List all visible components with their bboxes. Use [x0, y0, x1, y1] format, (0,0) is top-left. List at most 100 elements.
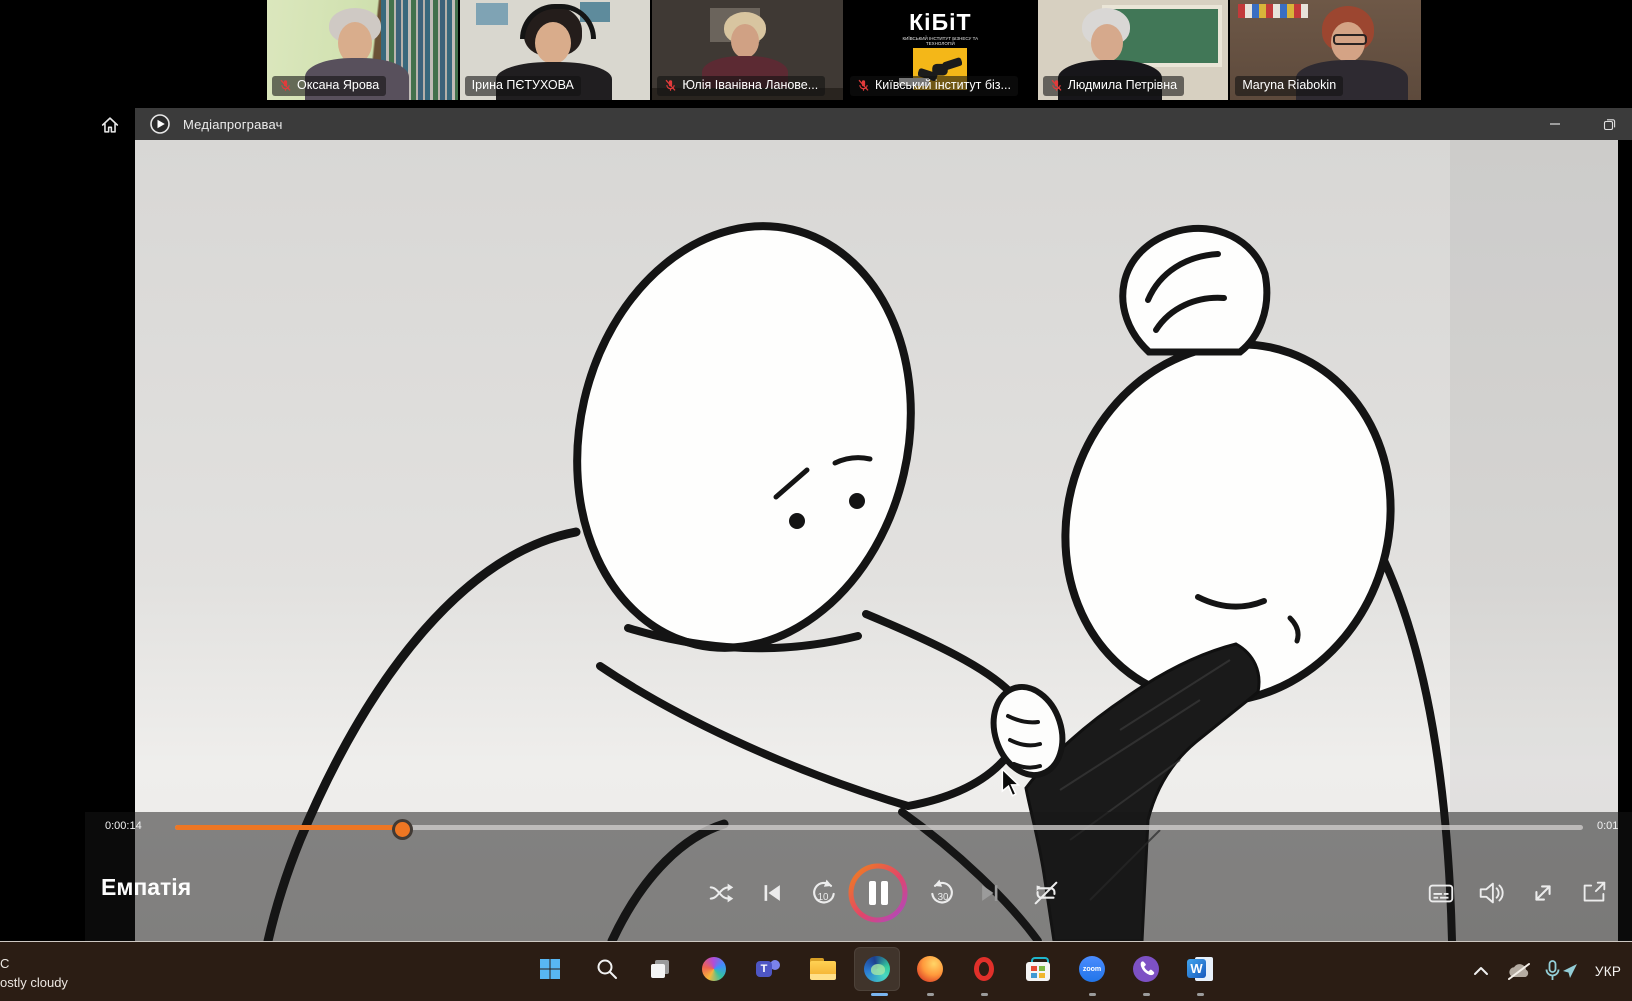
location-in-use-tray[interactable]: [1559, 958, 1581, 984]
file-explorer-button[interactable]: [800, 947, 846, 991]
participant-name: Людмила Петрівна: [1068, 78, 1177, 93]
opera-running-indicator: [981, 993, 988, 996]
participant-name-label: Оксана Ярова: [272, 76, 386, 96]
fullscreen-icon: [1528, 878, 1558, 908]
opera-button[interactable]: [961, 947, 1007, 991]
participant-tile-liudmyla[interactable]: Людмила Петрівна: [1038, 0, 1229, 100]
weather-temp: C: [0, 954, 68, 973]
firefox-icon: [917, 956, 943, 982]
teams-icon: T: [756, 957, 780, 981]
mic-off-icon: [857, 79, 870, 92]
participant-name: Київський інститут біз...: [875, 78, 1011, 93]
cloud-offline-icon: [1506, 961, 1532, 981]
zoom-running-indicator: [1089, 993, 1096, 996]
participant-tile-iryna[interactable]: Ірина ПЄТУХОВА: [460, 0, 651, 100]
svg-text:10: 10: [818, 892, 829, 903]
window-titlebar[interactable]: Медіапрогравач: [135, 108, 1632, 140]
participant-name-label: Київський інститут біз...: [850, 76, 1018, 96]
participant-tile-yuliia-active-speaker[interactable]: Юлія Іванівна Ланове...: [652, 0, 843, 100]
person-glasses: [1333, 34, 1367, 45]
edge-button[interactable]: [854, 947, 900, 991]
participant-tile-maryna[interactable]: Maryna Riabokin: [1230, 0, 1421, 100]
word-running-indicator: [1197, 993, 1204, 996]
participant-name-label: Людмила Петрівна: [1043, 76, 1184, 96]
zoom-icon: zoom: [1079, 956, 1105, 982]
participant-name-label: Maryna Riabokin: [1235, 76, 1343, 96]
mouse-cursor: [1000, 768, 1022, 798]
next-track-button[interactable]: [972, 875, 1008, 911]
svg-text:30: 30: [938, 892, 949, 903]
participant-name: Ірина ПЄТУХОВА: [472, 78, 574, 93]
person-face: [731, 24, 759, 58]
viber-button[interactable]: 406: [1123, 947, 1169, 991]
microsoft-store-button[interactable]: [1015, 947, 1061, 991]
viber-running-indicator: [1143, 993, 1150, 996]
flags: [1238, 4, 1308, 18]
firefox-button[interactable]: [907, 947, 953, 991]
word-icon: W: [1187, 956, 1213, 982]
file-explorer-icon: [810, 958, 836, 980]
task-view-icon: [648, 957, 672, 981]
skip-forward-30-icon: 30: [927, 877, 959, 909]
participant-filmstrip: Оксана Ярова Ірина ПЄТУХОВА: [267, 0, 1421, 100]
windows-taskbar: C ostly cloudy T: [0, 941, 1632, 1001]
skip-forward-30-button[interactable]: 30: [925, 875, 961, 911]
task-view-button[interactable]: [637, 947, 683, 991]
mic-off-icon: [664, 79, 677, 92]
pause-icon: [846, 861, 910, 925]
onedrive-tray-button[interactable]: [1504, 958, 1534, 984]
wall-picture: [476, 3, 508, 25]
repeat-off-icon: [1031, 878, 1061, 908]
previous-track-button[interactable]: [754, 875, 790, 911]
window-title: Медіапрогравач: [183, 117, 283, 132]
firefox-running-indicator: [927, 993, 934, 996]
shuffle-button[interactable]: [704, 875, 740, 911]
language-switcher[interactable]: УКР: [1588, 958, 1628, 984]
windows-logo-icon: [538, 957, 562, 981]
repeat-off-button[interactable]: [1028, 875, 1064, 911]
media-title: Емпатія: [101, 874, 191, 901]
fullscreen-button[interactable]: [1525, 875, 1561, 911]
participant-name-label: Ірина ПЄТУХОВА: [465, 76, 581, 96]
seek-thumb[interactable]: [392, 819, 413, 840]
search-icon: [595, 957, 619, 981]
start-button[interactable]: [527, 947, 573, 991]
mini-player-button[interactable]: [1576, 875, 1612, 911]
location-arrow-icon: [1561, 962, 1579, 980]
elapsed-time: 0:00:14: [105, 820, 142, 832]
player-control-overlay: 0:00:14 0:01 Емпатія 10: [85, 812, 1632, 941]
restore-button[interactable]: [1587, 108, 1631, 140]
search-button[interactable]: [584, 947, 630, 991]
zoom-button[interactable]: zoom: [1069, 947, 1115, 991]
captions-button[interactable]: [1423, 875, 1459, 911]
skip-back-10-button[interactable]: 10: [805, 875, 841, 911]
word-button[interactable]: W: [1177, 947, 1223, 991]
participant-name-label: Юлія Іванівна Ланове...: [657, 76, 825, 96]
pause-button[interactable]: [846, 861, 910, 925]
seek-slider[interactable]: [175, 825, 1583, 830]
mic-off-icon: [1050, 79, 1063, 92]
teams-button[interactable]: T: [745, 947, 791, 991]
participant-tile-oksana[interactable]: Оксана Ярова: [267, 0, 458, 100]
participant-name: Юлія Іванівна Ланове...: [682, 78, 818, 93]
person-face: [535, 22, 571, 64]
participant-name: Maryna Riabokin: [1242, 78, 1336, 93]
hidden-icons-button[interactable]: [1468, 958, 1494, 984]
minimize-icon: [1549, 118, 1561, 130]
mini-player-icon: [1579, 878, 1609, 908]
weather-widget[interactable]: C ostly cloudy: [0, 954, 68, 992]
participant-tile-kibit[interactable]: КіБіТ КИЇВСЬКИЙ ІНСТИТУТ БІЗНЕСУ ТА ТЕХН…: [845, 0, 1036, 100]
copilot-button[interactable]: [691, 947, 737, 991]
volume-icon: [1476, 878, 1506, 908]
volume-button[interactable]: [1473, 875, 1509, 911]
minimize-button[interactable]: [1533, 108, 1577, 140]
kibit-logo-title: КіБіТ: [909, 11, 971, 34]
home-button[interactable]: [95, 112, 125, 138]
viber-icon: [1133, 956, 1159, 982]
opera-icon: [974, 957, 994, 981]
person-face: [1091, 24, 1123, 62]
duration-time: 0:01: [1597, 820, 1631, 832]
captions-icon: [1426, 878, 1456, 908]
previous-icon: [758, 879, 786, 907]
home-icon: [99, 114, 121, 136]
